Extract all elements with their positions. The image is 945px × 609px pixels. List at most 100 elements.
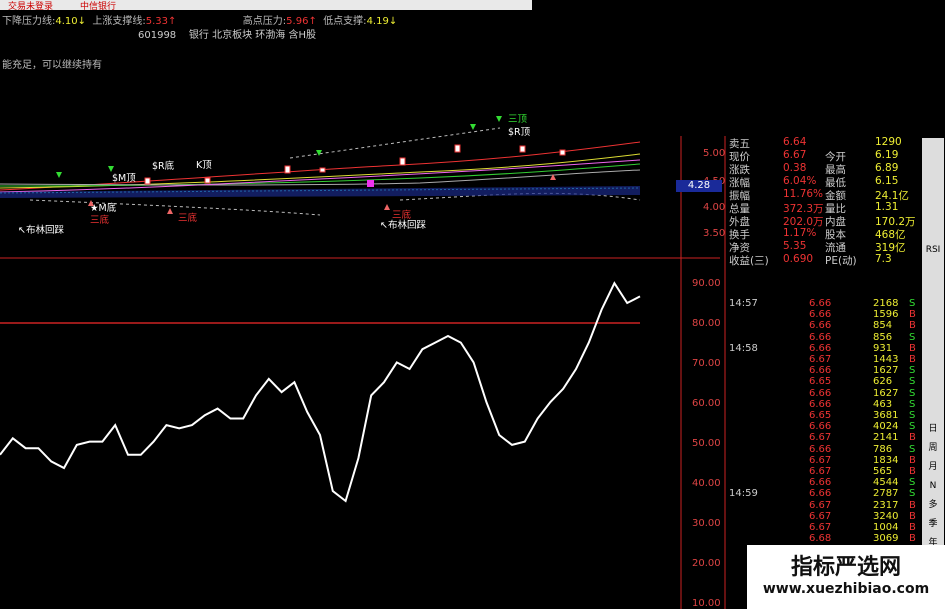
tick-vol: 856	[873, 331, 893, 343]
quote-row: 涨幅 6.04% 最低 6.15	[725, 175, 921, 189]
quote-row: 收益(三) 0.690 PE(动) 7.3	[725, 253, 921, 267]
toolbar-button[interactable]: 日	[924, 421, 942, 438]
tick-side: S	[909, 387, 916, 399]
tick-side: S	[909, 477, 916, 489]
ma-green	[0, 163, 641, 187]
quote-value: 1.17%	[783, 227, 817, 239]
tick-price: 6.67	[809, 510, 832, 522]
lower-band	[29, 199, 321, 216]
toolbar-button[interactable]: 周	[924, 440, 942, 457]
tick-vol: 2787	[873, 488, 899, 500]
tick-side: B	[909, 309, 916, 321]
tick-row: 6.66 786 S	[725, 444, 921, 455]
tick-price: 6.66	[809, 443, 832, 455]
watermark-url: www.xuezhibiao.com	[762, 581, 930, 597]
tick-price: 6.66	[809, 398, 832, 410]
toolbar-button[interactable]: 多	[924, 497, 942, 514]
tick-time: 14:57	[729, 298, 758, 309]
tick-row: 14:59 6.66 2787 S	[725, 488, 921, 499]
tick-vol: 1627	[873, 387, 899, 399]
tick-row: 6.67 1834 B	[725, 455, 921, 466]
price-tick-3-5: 3.50	[703, 228, 726, 239]
san-di-label-2: 三底	[178, 213, 198, 224]
toolbar-button[interactable]: 季	[924, 516, 942, 533]
watermark-title: 指标严选网	[790, 555, 901, 580]
tick-vol: 2141	[873, 432, 899, 444]
tick-row: 6.67 565 B	[725, 466, 921, 477]
osc-tick: 40.00	[692, 478, 721, 489]
quote-label: 收益(三)	[729, 255, 769, 267]
tick-price: 6.66	[809, 298, 832, 309]
tick-price: 6.66	[809, 342, 832, 354]
tick-side: B	[909, 320, 916, 332]
tick-time: 14:58	[729, 342, 758, 354]
tick-price: 6.65	[809, 410, 832, 421]
osc-tick: 60.00	[692, 398, 721, 409]
quote-value: 6.64	[783, 136, 807, 148]
k-top-label: K顶	[196, 160, 212, 171]
tick-vol: 3240	[873, 510, 899, 522]
price-tick-4: 4.00	[703, 202, 726, 213]
quote-row: 净资 5.35 流通 319亿	[725, 240, 921, 254]
quote-value2: 7.3	[875, 253, 892, 265]
m-top-label: $M顶	[112, 173, 136, 184]
quote-value2: 1290	[875, 136, 902, 148]
tick-vol: 626	[873, 376, 893, 388]
osc-tick: 10.00	[692, 598, 721, 609]
tick-price: 6.67	[809, 454, 832, 466]
tick-row: 14:57 6.66 2168 S	[725, 298, 921, 309]
tick-price: 6.66	[809, 421, 832, 433]
quote-row: 卖五 6.64 1290	[725, 136, 921, 150]
tick-side: S	[909, 488, 916, 500]
tick-price: 6.66	[809, 477, 832, 489]
tick-row: 6.65 3681 S	[725, 410, 921, 421]
price-tick-5: 5.00	[703, 148, 726, 159]
tick-vol: 1443	[873, 354, 899, 365]
san-ding-label: 三顶	[508, 114, 528, 125]
tick-side: B	[909, 342, 916, 354]
tick-row: 6.67 2141 B	[725, 432, 921, 443]
tick-side: B	[909, 432, 916, 444]
tick-row: 6.66 856 S	[725, 332, 921, 343]
watermark: 指标严选网 www.xuezhibiao.com	[747, 545, 945, 609]
tick-price: 6.67	[809, 499, 832, 511]
tick-row: 14:58 6.66 931 B	[725, 343, 921, 354]
highlight-candle	[367, 180, 374, 187]
tick-price: 6.66	[809, 365, 832, 377]
tick-row: 6.67 2317 B	[725, 500, 921, 511]
osc-tick: 30.00	[692, 518, 721, 529]
tick-price: 6.67	[809, 522, 832, 533]
tick-side: B	[909, 466, 916, 477]
current-price-tag: 4.28	[676, 180, 722, 192]
tick-price: 6.65	[809, 376, 832, 388]
tick-price: 6.66	[809, 387, 832, 399]
toolbar-button[interactable]: N	[924, 478, 942, 495]
quote-value2: 6.15	[875, 175, 899, 187]
tick-vol: 1596	[873, 309, 899, 321]
tick-price: 6.68	[809, 533, 832, 545]
tick-vol: 4544	[873, 477, 899, 489]
tick-vol: 4024	[873, 421, 899, 433]
toolbar-button[interactable]: RSI	[924, 242, 942, 259]
green-arrows	[56, 116, 502, 178]
tick-row: 6.66 4024 S	[725, 421, 921, 432]
osc-tick: 70.00	[692, 358, 721, 369]
tick-price: 6.67	[809, 432, 832, 444]
quote-value: 0.38	[783, 162, 807, 174]
quote-value: 5.35	[783, 240, 807, 252]
tick-row: 6.66 1596 B	[725, 309, 921, 320]
tick-vol: 786	[873, 443, 893, 455]
quote-value: 11.76%	[783, 188, 824, 200]
tick-vol: 1834	[873, 454, 899, 466]
bollinger-label-1: ↖布林回踩	[18, 225, 64, 236]
osc-tick: 20.00	[692, 558, 721, 569]
tick-side: B	[909, 499, 916, 511]
toolbar-button[interactable]: 月	[924, 459, 942, 476]
tick-row: 6.66 4544 S	[725, 477, 921, 488]
quote-row: 振幅 11.76% 金额 24.1亿	[725, 188, 921, 202]
quote-panel: 卖五 6.64 1290 现价 6.67 今开 6.19 涨跌 0.38 最高 6.89 涨幅 6.04…	[725, 136, 921, 609]
quote-row: 涨跌 0.38 最高 6.89	[725, 162, 921, 176]
quote-row: 总量 372.3万 量比 1.31	[725, 201, 921, 215]
quote-value2: 6.19	[875, 149, 899, 161]
tick-vol: 2317	[873, 499, 899, 511]
